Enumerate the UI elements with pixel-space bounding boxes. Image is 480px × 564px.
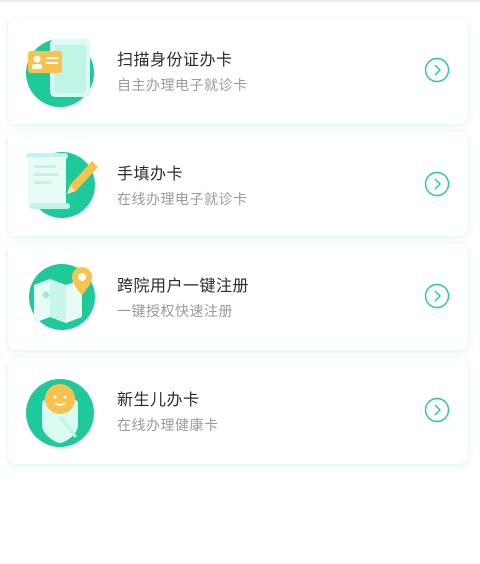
form-pencil-icon: [20, 147, 100, 223]
option-subtitle: 在线办理电子就诊卡: [117, 192, 248, 208]
option-title: 扫描身份证办卡: [117, 50, 233, 69]
option-cross-hospital-register[interactable]: 跨院用户一键注册 一键授权快速注册: [8, 244, 468, 350]
map-pin-icon: [20, 259, 100, 335]
option-manual-fill[interactable]: 手填办卡 在线办理电子就诊卡: [8, 132, 468, 236]
option-subtitle: 自主办理电子就诊卡: [117, 78, 248, 94]
option-title: 跨院用户一键注册: [117, 276, 250, 295]
option-title: 手填办卡: [117, 164, 184, 183]
option-subtitle: 在线办理健康卡: [117, 418, 219, 434]
chevron-right-icon[interactable]: [424, 397, 450, 423]
newborn-baby-icon: [20, 373, 100, 449]
option-title: 新生儿办卡: [117, 390, 200, 409]
option-scan-id-card[interactable]: 扫描身份证办卡 自主办理电子就诊卡: [8, 18, 468, 124]
option-subtitle: 一键授权快速注册: [117, 304, 233, 320]
chevron-right-icon[interactable]: [424, 57, 450, 83]
card-options-list: 扫描身份证办卡 自主办理电子就诊卡 手填办卡 在线办理电子就诊卡 跨院用户一键注…: [8, 18, 468, 472]
chevron-right-icon[interactable]: [424, 283, 450, 309]
option-newborn-card[interactable]: 新生儿办卡 在线办理健康卡: [8, 358, 468, 464]
id-card-scan-icon: [20, 33, 100, 109]
top-divider: [0, 0, 480, 2]
chevron-right-icon[interactable]: [424, 171, 450, 197]
